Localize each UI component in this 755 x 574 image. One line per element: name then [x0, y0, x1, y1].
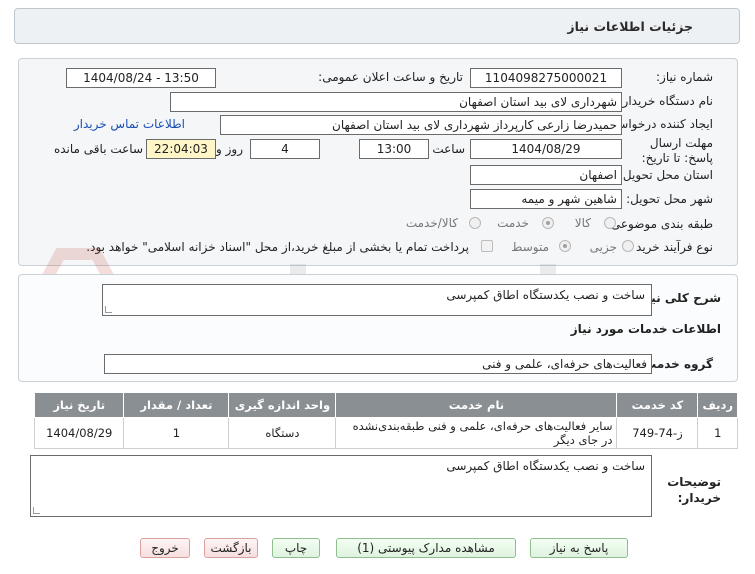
category-radio-goods-service[interactable]	[469, 217, 481, 229]
category-radio-service[interactable]	[542, 217, 554, 229]
row-name: سایر فعالیت‌های حرفه‌ای، علمی و فنی طبقه…	[335, 417, 618, 449]
buyer-notes-text: ساخت و نصب یکدستگاه اطاق کمپرسی	[446, 459, 645, 473]
province-label: استان محل تحویل:	[618, 168, 713, 182]
days-label: روز و	[216, 142, 243, 156]
deadline-date-field: 1404/08/29	[470, 139, 622, 159]
announce-date-label: تاریخ و ساعت اعلان عمومی:	[318, 70, 463, 84]
creator-field: حمیدرضا زارعی کارپرداز شهرداری لای بید ا…	[220, 115, 622, 135]
deadline-time-field: 13:00	[359, 139, 429, 159]
treasury-payment-checkbox[interactable]	[481, 240, 493, 252]
table-row: 1 ز-74-749 سایر فعالیت‌های حرفه‌ای، علمی…	[33, 417, 738, 449]
process-radio-minor[interactable]	[622, 240, 634, 252]
deadline-label: مهلت ارسال پاسخ: تا تاریخ:	[641, 136, 713, 165]
back-button[interactable]: بازگشت	[204, 538, 258, 558]
process-type-label: نوع فرآیند خرید :	[628, 240, 713, 254]
services-table: ردیف کد خدمت نام خدمت واحد اندازه گیری ت…	[33, 392, 738, 449]
treasury-payment-note: پرداخت تمام یا بخشی از مبلغ خرید،از محل …	[86, 240, 469, 254]
page-title-bar: جزئیات اطلاعات نیاز	[14, 8, 740, 44]
services-heading: اطلاعات خدمات مورد نیاز	[570, 322, 721, 336]
announce-date-field: 1404/08/24 - 13:50	[66, 68, 216, 88]
view-attachments-button[interactable]: مشاهده مدارک پیوستی (1)	[336, 538, 516, 558]
resize-handle[interactable]	[33, 507, 40, 514]
row-qty: 1	[123, 417, 230, 449]
remaining-time-field: 22:04:03	[146, 139, 216, 159]
process-option-medium: متوسط	[511, 240, 549, 254]
deadline-time-label: ساعت	[432, 142, 465, 156]
buyer-org-field: شهرداری لای بید استان اصفهان	[170, 92, 622, 112]
remaining-days-field: 4	[250, 139, 320, 159]
city-field: شاهین شهر و میمه	[470, 189, 622, 209]
col-unit: واحد اندازه گیری	[228, 392, 337, 418]
table-header-row: ردیف کد خدمت نام خدمت واحد اندازه گیری ت…	[33, 392, 738, 418]
need-number-field: 1104098275000021	[470, 68, 622, 88]
service-group-field: فعالیت‌های حرفه‌ای، علمی و فنی	[104, 354, 652, 374]
category-option-service: خدمت	[497, 216, 529, 230]
row-unit: دستگاه	[228, 417, 337, 449]
buyer-notes-field: ساخت و نصب یکدستگاه اطاق کمپرسی	[30, 455, 652, 517]
buyer-contact-link[interactable]: اطلاعات تماس خریدار	[74, 117, 185, 131]
process-radio-medium[interactable]	[559, 240, 571, 252]
row-index: 1	[697, 417, 738, 449]
category-label: طبقه بندی موضوعی:	[606, 217, 713, 231]
province-field: اصفهان	[470, 165, 622, 185]
page-title: جزئیات اطلاعات نیاز	[567, 19, 693, 34]
category-option-goods: کالا	[574, 216, 591, 230]
reply-button[interactable]: پاسخ به نیاز	[530, 538, 628, 558]
resize-handle[interactable]	[105, 306, 112, 313]
col-index: ردیف	[697, 392, 738, 418]
buyer-org-label: نام دستگاه خریدار:	[618, 94, 714, 108]
category-option-goods-service: کالا/خدمت	[405, 216, 458, 230]
exit-button[interactable]: خروج	[140, 538, 190, 558]
col-code: کد خدمت	[616, 392, 699, 418]
row-code: ز-74-749	[616, 417, 699, 449]
description-field: ساخت و نصب یکدستگاه اطاق کمپرسی	[102, 284, 652, 316]
buyer-notes-label: توضیحات خریدار:	[667, 475, 721, 505]
need-number-label: شماره نیاز:	[656, 70, 713, 84]
description-text: ساخت و نصب یکدستگاه اطاق کمپرسی	[446, 288, 645, 302]
process-option-minor: جزیی	[589, 240, 617, 254]
remaining-time-label: ساعت باقی مانده	[53, 142, 143, 156]
row-date: 1404/08/29	[33, 417, 125, 449]
col-qty: تعداد / مقدار	[123, 392, 230, 418]
city-label: شهر محل تحویل:	[626, 192, 713, 206]
col-date: تاریخ نیاز	[33, 392, 125, 418]
print-button[interactable]: چاپ	[272, 538, 320, 558]
col-name: نام خدمت	[335, 392, 618, 418]
category-radio-goods[interactable]	[604, 217, 616, 229]
